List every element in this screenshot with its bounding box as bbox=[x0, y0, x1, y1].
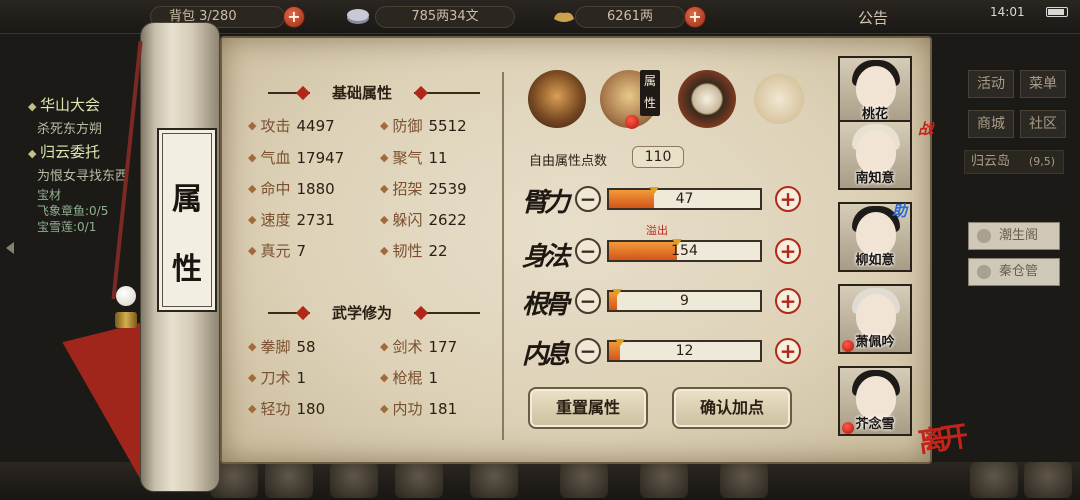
reset-attributes-button[interactable]: 重置属性 bbox=[528, 387, 648, 429]
bar-value: 9 bbox=[680, 293, 689, 309]
party-member-portrait[interactable]: 桃花 bbox=[838, 56, 912, 126]
title-ornament bbox=[413, 85, 480, 101]
bar-value: 47 bbox=[675, 191, 694, 207]
quest-title[interactable]: 归云委托 bbox=[28, 141, 158, 162]
jade-bead-icon bbox=[116, 286, 136, 306]
scroll-title-plaque: 属 性 bbox=[157, 128, 217, 312]
add-silver-button[interactable]: + bbox=[684, 6, 706, 28]
combat-tag: 战 bbox=[918, 120, 934, 138]
coin-icon bbox=[347, 9, 369, 24]
region-coords: (9,5) bbox=[1028, 155, 1055, 168]
menu-shop[interactable]: 商城 bbox=[968, 110, 1014, 138]
constitution-minus-button[interactable]: − bbox=[575, 288, 601, 314]
party-member-portrait[interactable]: 南知意 bbox=[838, 120, 912, 190]
member-name: 柳如意 bbox=[855, 253, 895, 268]
hat-icon[interactable] bbox=[528, 70, 586, 128]
constitution-plus-button[interactable]: + bbox=[775, 288, 801, 314]
skill-inner: ◆ 内功 181 bbox=[380, 400, 458, 418]
strength-bar: 47 bbox=[607, 187, 762, 210]
silver-amount: 6261两 bbox=[575, 6, 685, 28]
stat-dodge: ◆ 躲闪 2622 bbox=[380, 211, 467, 229]
bar-value: 154 bbox=[671, 243, 698, 259]
bottom-menu-icon[interactable] bbox=[560, 462, 608, 498]
breath-bar: 12 bbox=[607, 339, 762, 362]
bottom-menu-icon[interactable] bbox=[395, 462, 443, 498]
menu-main[interactable]: 菜单 bbox=[1020, 70, 1066, 98]
strength-minus-button[interactable]: − bbox=[575, 186, 601, 212]
free-points-value: 110 bbox=[632, 146, 684, 168]
bottom-menu-icon[interactable] bbox=[970, 462, 1018, 498]
bagua-icon[interactable] bbox=[678, 70, 736, 128]
notification-dot bbox=[842, 422, 854, 434]
martial-skills-title: 武学修为 bbox=[331, 304, 392, 322]
agility-bar: 154 bbox=[607, 239, 762, 262]
column-divider bbox=[502, 72, 504, 440]
menu-activity[interactable]: 活动 bbox=[968, 70, 1014, 98]
attr-strength-label: 臂力 bbox=[522, 188, 570, 218]
scroll-title-char: 性 bbox=[172, 252, 202, 287]
menu-community[interactable]: 社区 bbox=[1020, 110, 1066, 138]
breath-plus-button[interactable]: + bbox=[775, 338, 801, 364]
stat-attack: ◆ 攻击 4497 bbox=[248, 117, 335, 135]
notice-button[interactable]: 公告 bbox=[858, 7, 888, 28]
bottom-menu-icon[interactable] bbox=[330, 462, 378, 498]
member-name: 南知意 bbox=[855, 171, 895, 186]
npc-entry[interactable]: 潮生阁 bbox=[968, 222, 1060, 250]
clock: 14:01 bbox=[990, 5, 1025, 19]
quest-tracker[interactable]: 华山大会 杀死东方朔 归云委托 为恨女寻找东西 宝材 飞象章鱼:0/5 宝雪莲:… bbox=[28, 90, 158, 235]
skill-fist: ◆ 拳脚 58 bbox=[248, 338, 316, 356]
bar-value: 12 bbox=[675, 343, 694, 359]
strength-plus-button[interactable]: + bbox=[775, 186, 801, 212]
stat-essence: ◆ 真元 7 bbox=[248, 242, 307, 260]
confirm-points-button[interactable]: 确认加点 bbox=[672, 387, 792, 429]
region-name: 归云岛 bbox=[971, 154, 1011, 169]
collapse-arrow-icon[interactable] bbox=[6, 242, 14, 254]
body-icon[interactable] bbox=[750, 70, 808, 128]
assist-tag: 助 bbox=[892, 202, 908, 220]
stat-speed: ◆ 速度 2731 bbox=[248, 211, 335, 229]
title-ornament bbox=[413, 305, 480, 321]
bottom-menu-icon[interactable] bbox=[470, 462, 518, 498]
attr-breath-label: 内息 bbox=[522, 340, 570, 370]
region-indicator: 归云岛 (9,5) bbox=[964, 150, 1064, 174]
notification-dot bbox=[842, 340, 854, 352]
stat-defense: ◆ 防御 5512 bbox=[380, 117, 467, 135]
overflow-label: 溢出 bbox=[646, 224, 668, 237]
free-points-label: 自由属性点数 bbox=[529, 154, 608, 169]
agility-plus-button[interactable]: + bbox=[775, 238, 801, 264]
stat-hp: ◆ 气血 17947 bbox=[248, 149, 345, 167]
bottom-menu-icon[interactable] bbox=[720, 462, 768, 498]
constitution-bar: 9 bbox=[607, 289, 762, 312]
breath-minus-button[interactable]: − bbox=[575, 338, 601, 364]
npc-entry[interactable]: 秦仓管 bbox=[968, 258, 1060, 286]
leave-button[interactable]: 离开 bbox=[915, 415, 964, 461]
skill-blade: ◆ 刀术 1 bbox=[248, 369, 307, 387]
skill-spear: ◆ 枪棍 1 bbox=[380, 369, 439, 387]
silver-ingot-icon bbox=[554, 12, 574, 22]
bottom-menu-icon[interactable] bbox=[265, 462, 313, 498]
copper-coins: 785两34文 bbox=[375, 6, 515, 28]
notification-dot bbox=[625, 115, 639, 129]
add-bag-button[interactable]: + bbox=[283, 6, 305, 28]
quest-title[interactable]: 华山大会 bbox=[28, 94, 158, 115]
title-ornament bbox=[268, 305, 311, 321]
title-ornament bbox=[268, 85, 311, 101]
attr-constitution-label: 根骨 bbox=[522, 290, 570, 320]
agility-minus-button[interactable]: − bbox=[575, 238, 601, 264]
scroll-title-char: 属 bbox=[172, 182, 202, 217]
stat-parry: ◆ 招架 2539 bbox=[380, 180, 467, 198]
tassel-cap bbox=[115, 312, 137, 328]
stat-tenacity: ◆ 韧性 22 bbox=[380, 242, 448, 260]
skill-lightness: ◆ 轻功 180 bbox=[248, 400, 326, 418]
stat-qi: ◆ 聚气 11 bbox=[380, 149, 448, 167]
stat-accuracy: ◆ 命中 1880 bbox=[248, 180, 335, 198]
skill-sword: ◆ 剑术 177 bbox=[380, 338, 458, 356]
bottom-menu-icon[interactable] bbox=[1024, 462, 1072, 498]
battery-icon bbox=[1046, 7, 1068, 17]
basic-attributes-title: 基础属性 bbox=[331, 84, 392, 102]
active-tab-tag: 属性 bbox=[640, 70, 660, 116]
bottom-menu-icon[interactable] bbox=[640, 462, 688, 498]
attr-agility-label: 身法 bbox=[522, 242, 570, 272]
